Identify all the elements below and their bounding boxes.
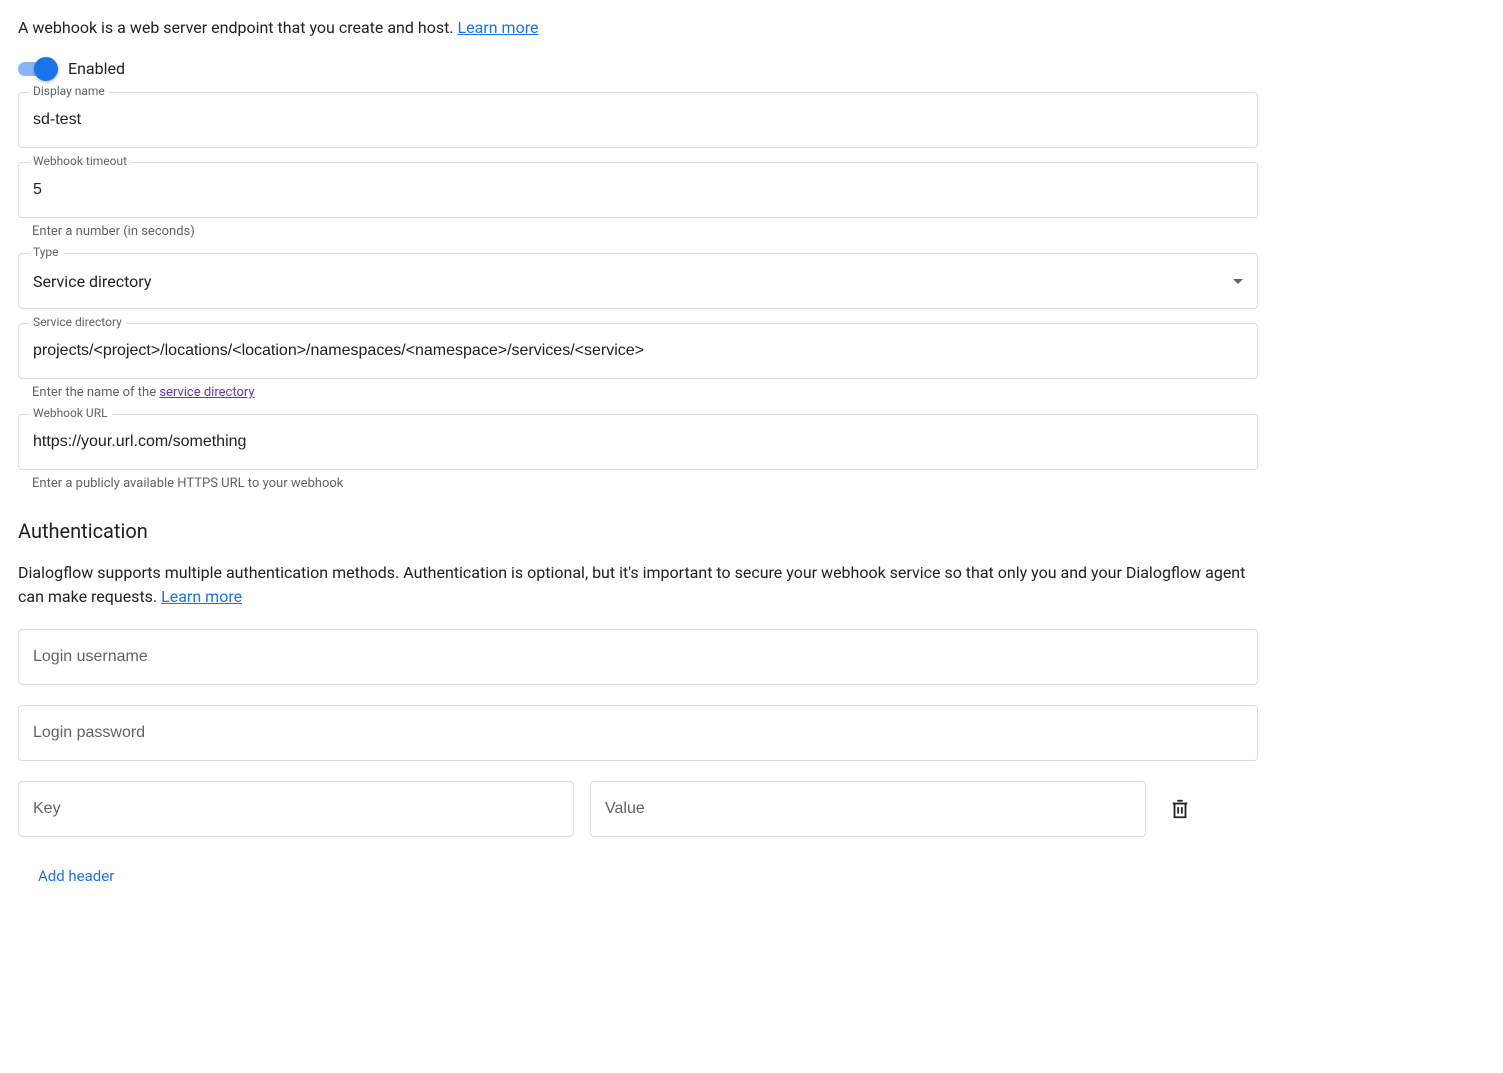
- service-directory-input[interactable]: [19, 324, 1257, 378]
- add-header-button[interactable]: Add header: [38, 867, 114, 885]
- trash-icon: [1169, 798, 1191, 820]
- display-name-input[interactable]: [19, 93, 1257, 147]
- header-row: [18, 781, 1258, 837]
- authentication-learn-more-link[interactable]: Learn more: [161, 587, 242, 606]
- display-name-label: Display name: [29, 84, 109, 98]
- webhook-timeout-label: Webhook timeout: [29, 154, 131, 168]
- service-directory-hint: Enter the name of the service directory: [18, 385, 1258, 400]
- intro-text: A webhook is a web server endpoint that …: [18, 18, 1485, 37]
- webhook-url-hint: Enter a publicly available HTTPS URL to …: [18, 476, 1258, 491]
- intro-learn-more-link[interactable]: Learn more: [458, 18, 539, 37]
- delete-header-button[interactable]: [1162, 791, 1198, 827]
- webhook-timeout-input[interactable]: [19, 163, 1257, 217]
- enabled-toggle-label: Enabled: [68, 59, 125, 78]
- type-label: Type: [29, 245, 63, 259]
- chevron-down-icon: [1233, 279, 1243, 284]
- service-directory-label: Service directory: [29, 315, 126, 329]
- webhook-url-input[interactable]: [19, 415, 1257, 469]
- webhook-timeout-hint: Enter a number (in seconds): [18, 224, 1258, 239]
- intro-text-body: A webhook is a web server endpoint that …: [18, 18, 458, 37]
- service-directory-hint-link[interactable]: service directory: [159, 385, 254, 400]
- authentication-heading: Authentication: [18, 519, 1258, 543]
- header-key-input[interactable]: [18, 781, 574, 837]
- authentication-description: Dialogflow supports multiple authenticat…: [18, 561, 1258, 609]
- type-select[interactable]: Type Service directory: [18, 253, 1258, 309]
- webhook-url-label: Webhook URL: [29, 406, 112, 420]
- enabled-toggle[interactable]: [18, 62, 54, 76]
- type-selected-value: Service directory: [19, 254, 1233, 308]
- header-value-input[interactable]: [590, 781, 1146, 837]
- service-directory-hint-prefix: Enter the name of the: [32, 385, 159, 400]
- login-password-input[interactable]: [18, 705, 1258, 761]
- login-username-input[interactable]: [18, 629, 1258, 685]
